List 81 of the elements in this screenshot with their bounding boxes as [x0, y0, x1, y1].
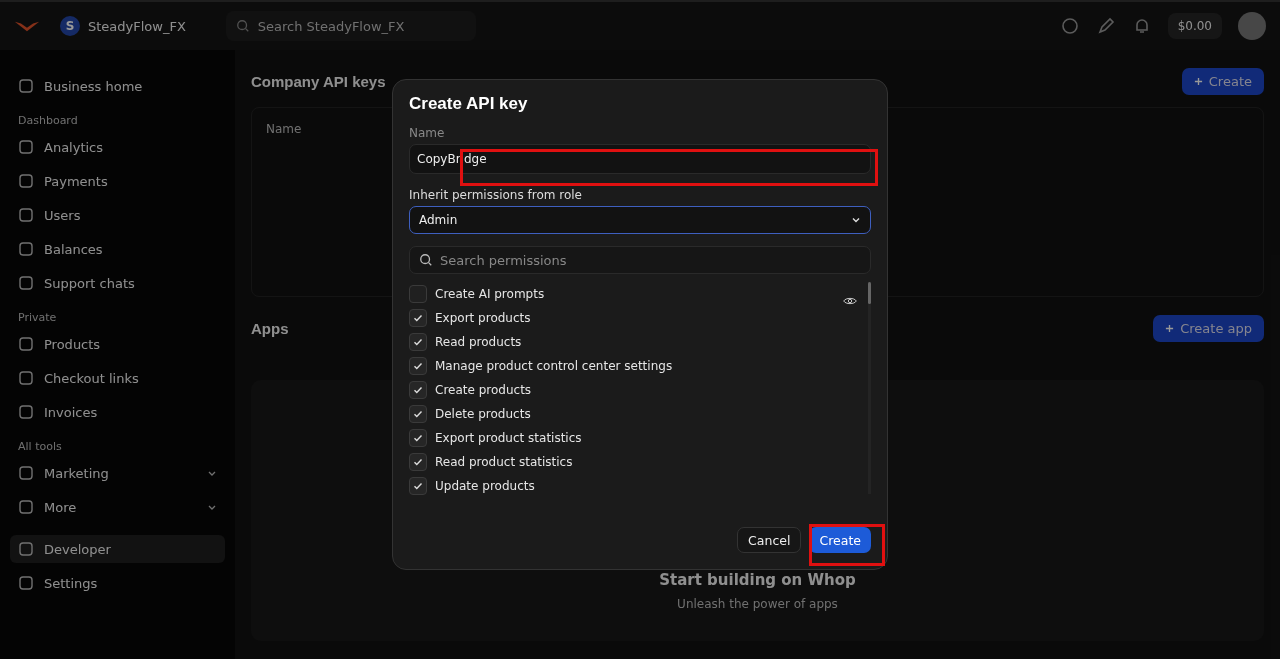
permission-label: Update products — [435, 479, 535, 493]
dialog-button[interactable]: Create — [809, 527, 871, 553]
checkbox[interactable] — [409, 429, 427, 447]
check-icon — [412, 408, 424, 420]
chevron-icon — [851, 215, 861, 225]
sidebar-item[interactable]: Support chats — [10, 269, 225, 297]
create-button[interactable]: Create — [1181, 68, 1264, 95]
permission-label: Read product statistics — [435, 455, 573, 469]
square-icon — [18, 541, 34, 557]
checkbox[interactable] — [409, 453, 427, 471]
square-icon — [18, 465, 34, 481]
dialog-title: Create API key — [409, 94, 529, 114]
sidebar-item[interactable]: More — [10, 493, 225, 521]
scrollbar-thumb[interactable] — [868, 282, 871, 304]
square-icon — [18, 499, 34, 515]
workspace-name[interactable]: SteadyFlow_FX — [88, 18, 186, 34]
checkbox[interactable] — [409, 477, 427, 495]
chat-icon[interactable] — [1059, 16, 1080, 36]
sidebar-item[interactable]: Invoices — [10, 398, 225, 426]
check-icon — [412, 384, 424, 396]
square-icon — [18, 370, 34, 386]
search-field[interactable]: Search permissions — [409, 246, 871, 274]
sidebar-item[interactable]: Marketing — [10, 459, 225, 487]
square-icon — [18, 336, 34, 352]
section-heading: All tools — [17, 440, 62, 453]
sidebar-item[interactable]: Business home — [10, 72, 225, 100]
checkbox[interactable] — [409, 405, 427, 423]
sidebar-item[interactable]: Payments — [10, 167, 225, 195]
sidebar-item[interactable]: Settings — [10, 569, 225, 597]
checkbox[interactable] — [409, 381, 427, 399]
permission-label: Create AI prompts — [435, 287, 545, 301]
checkbox[interactable] — [409, 357, 427, 375]
permission-label: Read products — [435, 335, 522, 349]
dialog-button[interactable]: Cancel — [737, 527, 802, 553]
empty-subtitle: Unleash the power of apps — [677, 597, 838, 611]
sidebar-item[interactable]: Users — [10, 201, 225, 229]
eye-icon[interactable] — [843, 296, 857, 306]
empty-title: Start building on Whop — [659, 571, 856, 589]
permission-label: Manage product control center settings — [435, 359, 673, 373]
sidebar-item[interactable]: Analytics — [10, 133, 225, 161]
square-icon — [18, 575, 34, 591]
checkbox[interactable] — [409, 333, 427, 351]
square-icon — [18, 275, 34, 291]
workspace-avatar[interactable]: S — [60, 16, 80, 36]
section-title: Apps — [251, 320, 289, 337]
field-label: Inherit permissions from role — [409, 188, 583, 202]
sidebar-item[interactable]: Balances — [10, 235, 225, 263]
plus-icon — [1165, 324, 1175, 333]
square-icon — [18, 207, 34, 223]
square-icon — [18, 173, 34, 189]
square-icon — [18, 139, 34, 155]
search-icon — [419, 253, 433, 267]
check-icon — [412, 432, 424, 444]
balance-button[interactable]: $0.00 — [1167, 13, 1222, 39]
check-icon — [412, 456, 424, 468]
permission-label: Export products — [435, 311, 531, 325]
check-icon — [412, 312, 424, 324]
page-title: Company API keys — [251, 73, 386, 90]
square-icon — [18, 241, 34, 257]
section-heading: Dashboard — [17, 114, 78, 127]
checkbox[interactable] — [409, 285, 427, 303]
permission-label: Delete products — [435, 407, 531, 421]
check-icon — [412, 336, 424, 348]
check-icon — [412, 360, 424, 372]
sidebar-item[interactable]: Products — [10, 330, 225, 358]
square-icon — [18, 78, 34, 94]
permission-label: Create products — [435, 383, 532, 397]
permission-label: Export product statistics — [435, 431, 582, 445]
field-label: Name — [409, 126, 446, 140]
checkbox[interactable] — [409, 309, 427, 327]
role-dropdown[interactable]: Admin — [409, 206, 871, 234]
column-header: Name — [266, 122, 302, 136]
search-icon — [235, 19, 250, 33]
square-icon — [18, 404, 34, 420]
sidebar-item[interactable]: Checkout links — [10, 364, 225, 392]
search-field[interactable]: Search SteadyFlow_FX — [225, 11, 476, 41]
section-heading: Private — [17, 311, 57, 324]
plus-icon — [1193, 77, 1203, 86]
sidebar-item[interactable]: Developer — [10, 535, 225, 563]
create-app-button[interactable]: Create app — [1153, 315, 1264, 342]
check-icon — [412, 480, 424, 492]
